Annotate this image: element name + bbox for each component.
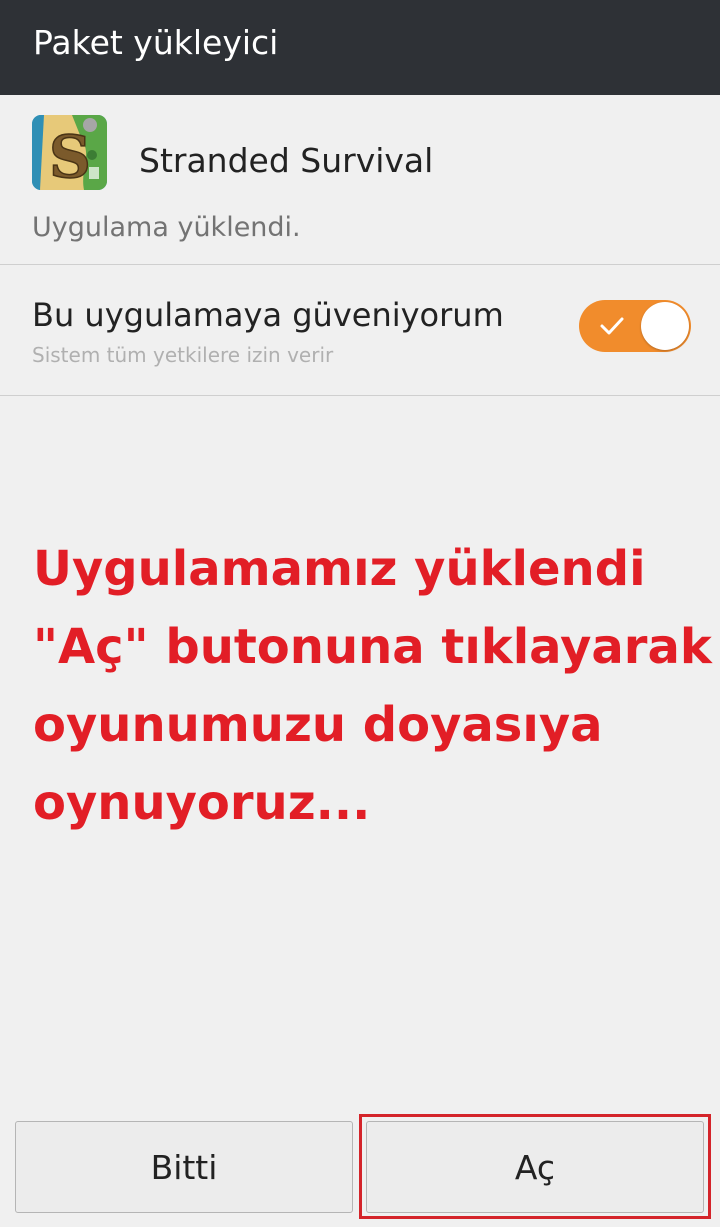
trust-app-label: Bu uygulamaya güveniyorum <box>32 296 504 334</box>
check-icon <box>600 317 624 335</box>
toggle-knob <box>641 302 689 350</box>
install-status-text: Uygulama yüklendi. <box>32 212 301 243</box>
trust-app-toggle[interactable] <box>579 300 691 352</box>
instruction-annotation: Uygulamamız yüklendi "Aç" butonuna tıkla… <box>33 541 712 831</box>
title-bar: Paket yükleyici <box>0 0 720 95</box>
divider <box>0 395 720 396</box>
svg-text:S: S <box>49 123 91 190</box>
open-button-highlight <box>359 1114 711 1219</box>
done-button[interactable]: Bitti <box>15 1121 353 1213</box>
page-title: Paket yükleyici <box>33 23 279 62</box>
trust-app-sublabel: Sistem tüm yetkilere izin verir <box>32 343 334 367</box>
app-icon: S <box>32 115 107 190</box>
divider <box>0 264 720 265</box>
app-name: Stranded Survival <box>139 141 434 180</box>
